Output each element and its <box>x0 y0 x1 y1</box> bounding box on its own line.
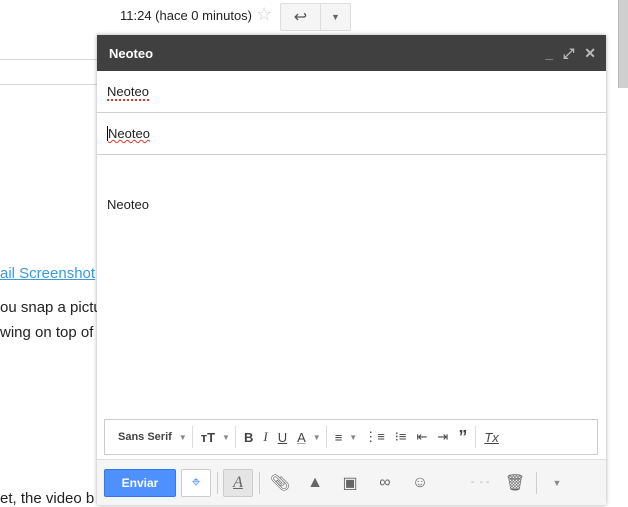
star-icon[interactable]: ☆ <box>256 4 272 25</box>
reply-icon[interactable]: ↩ <box>281 4 321 30</box>
chevron-down-icon[interactable]: ▼ <box>311 425 323 449</box>
divider <box>259 471 260 494</box>
align-icon[interactable]: ≡ <box>330 425 348 449</box>
bold-icon[interactable]: B <box>239 425 258 449</box>
subject-text: Neoteo <box>107 126 150 141</box>
chevron-down-icon[interactable]: ▼ <box>347 425 359 449</box>
message-time: 11:24 (hace 0 minutos) <box>120 8 252 23</box>
attach-icon[interactable]: 📎︎ <box>265 469 295 497</box>
reply-button-group: ↩ ▼ <box>280 3 351 31</box>
more-options-icon[interactable]: ▼ <box>321 4 350 30</box>
compose-bottom-bar: Enviar ⌖ A 📎︎ ▲ ▣ ∞ ☺ - - - 🗑︎ ▼ <box>97 459 606 505</box>
formatting-options-icon[interactable]: A <box>223 468 253 497</box>
divider <box>0 59 97 60</box>
more-options-icon[interactable]: ▼ <box>542 469 572 497</box>
crosshair-icon[interactable]: ⌖ <box>181 468 211 497</box>
expand-icon[interactable]: ⤢ <box>563 45 574 62</box>
scrollbar[interactable] <box>618 0 628 88</box>
body-text: Neoteo <box>107 197 149 212</box>
background-link[interactable]: ail Screenshot <box>0 265 97 282</box>
subject-field[interactable]: Neoteo <box>97 113 606 155</box>
italic-icon[interactable]: I <box>258 425 272 449</box>
bulleted-list-icon[interactable]: ⁝≡ <box>390 425 412 449</box>
divider <box>475 426 477 448</box>
indent-less-icon[interactable]: ⇤ <box>412 425 433 449</box>
indent-more-icon[interactable]: ⇥ <box>432 425 453 449</box>
divider <box>325 426 327 448</box>
more-icon[interactable]: - - - <box>465 469 495 497</box>
compose-window: Neoteo _ ⤢ ✕ Neoteo Neoteo Neoteo Sans S… <box>97 35 606 505</box>
close-icon[interactable]: ✕ <box>584 45 596 62</box>
remove-formatting-icon[interactable]: Tx <box>479 425 503 449</box>
emoji-icon[interactable]: ☺ <box>405 469 435 497</box>
divider <box>234 426 236 448</box>
background-text: wing on top of <box>0 324 94 341</box>
divider <box>0 84 97 85</box>
compose-title: Neoteo <box>109 45 154 61</box>
font-select[interactable]: Sans Serif <box>113 425 177 449</box>
chevron-down-icon[interactable]: ▼ <box>220 425 232 449</box>
text-color-icon[interactable]: A <box>292 425 311 449</box>
numbered-list-icon[interactable]: ⋮≡ <box>359 425 390 449</box>
to-field[interactable]: Neoteo <box>97 71 606 113</box>
text-size-icon[interactable]: ᴛT <box>196 425 220 449</box>
minimize-icon[interactable]: _ <box>545 45 553 62</box>
divider <box>191 426 193 448</box>
drive-icon[interactable]: ▲ <box>300 469 330 497</box>
compose-header: Neoteo _ ⤢ ✕ <box>97 35 606 71</box>
recipient: Neoteo <box>107 84 149 101</box>
background-text: et, the video b <box>0 490 95 507</box>
chevron-down-icon[interactable]: ▼ <box>177 425 189 449</box>
trash-icon[interactable]: 🗑︎ <box>500 469 530 497</box>
body-editor[interactable]: Neoteo <box>97 155 606 254</box>
photo-icon[interactable]: ▣ <box>335 469 365 497</box>
divider <box>536 471 537 494</box>
quote-icon[interactable]: ” <box>453 425 472 449</box>
send-button[interactable]: Enviar <box>104 468 176 497</box>
divider <box>217 471 218 494</box>
formatting-toolbar: Sans Serif ▼ ᴛT ▼ B I U A ▼ ≡ ▼ ⋮≡ ⁝≡ ⇤ ⇥ ” … <box>104 419 598 455</box>
underline-icon[interactable]: U <box>273 425 292 449</box>
link-icon[interactable]: ∞ <box>370 469 400 497</box>
background-text: ou snap a pictu <box>0 299 97 316</box>
